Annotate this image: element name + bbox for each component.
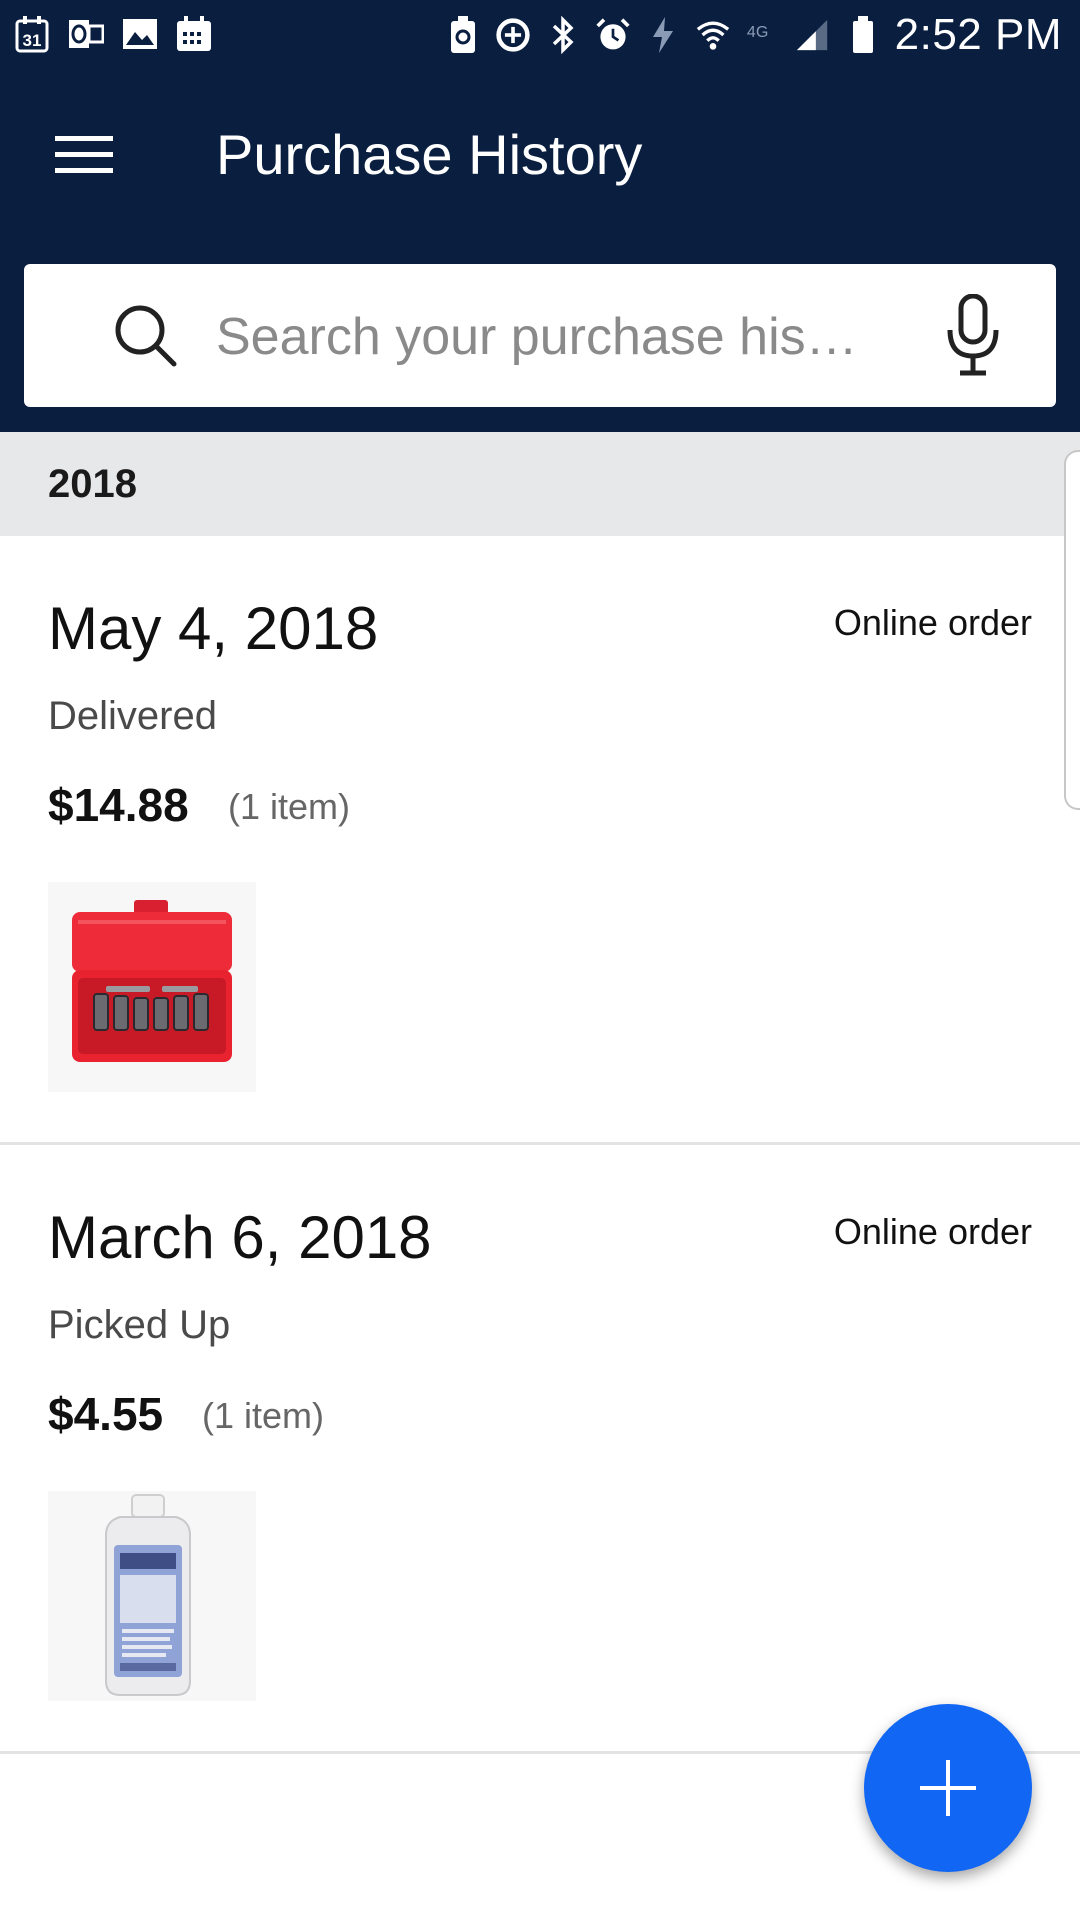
battery-icon <box>845 15 881 55</box>
gallery-icon <box>122 14 158 54</box>
status-bar: 31 4G 2:52 PM <box>0 0 1080 75</box>
order-status: Picked Up <box>48 1303 231 1347</box>
order-item-count: (1 item) <box>228 786 351 827</box>
network-text: 4G <box>747 23 768 41</box>
order-price: $14.88 <box>48 779 189 831</box>
order-date: March 6, 2018 <box>48 1204 432 1271</box>
battery-saver-icon <box>445 15 481 55</box>
page-title: Purchase History <box>216 123 643 186</box>
add-fab-button[interactable] <box>864 1704 1032 1872</box>
calendar-grid-icon <box>176 14 212 54</box>
signal-icon <box>795 15 831 55</box>
bluetooth-icon <box>545 15 581 55</box>
hamburger-menu-icon[interactable] <box>48 123 120 187</box>
status-bar-right: 4G 2:52 PM <box>445 10 1062 60</box>
order-type: Online order <box>833 1211 1032 1252</box>
product-image-socket-set[interactable] <box>48 882 256 1092</box>
year-section-header: 2018 <box>0 432 1080 536</box>
order-card[interactable]: March 6, 2018 Online order Picked Up $4.… <box>0 1145 1080 1754</box>
calendar-day-text: 31 <box>23 31 42 50</box>
app-bar: Purchase History <box>0 75 1080 432</box>
order-price: $4.55 <box>48 1388 164 1440</box>
order-status: Delivered <box>48 694 217 738</box>
scroll-handle[interactable] <box>1064 450 1080 810</box>
search-icon[interactable] <box>112 302 180 370</box>
order-card[interactable]: May 4, 2018 Online order Delivered $14.8… <box>0 536 1080 1145</box>
order-item-count: (1 item) <box>202 1395 325 1436</box>
plus-icon <box>920 1760 976 1816</box>
order-date: May 4, 2018 <box>48 595 379 662</box>
order-type: Online order <box>833 602 1032 643</box>
alarm-icon <box>595 15 631 55</box>
lte-icon: 4G <box>745 15 781 55</box>
charging-icon <box>645 15 681 55</box>
search-bar[interactable] <box>24 264 1056 407</box>
data-saver-icon <box>495 15 531 55</box>
status-time: 2:52 PM <box>894 10 1062 59</box>
search-input[interactable] <box>214 304 878 370</box>
product-image-water-treatment[interactable] <box>48 1491 256 1701</box>
year-label: 2018 <box>48 462 137 506</box>
status-bar-left: 31 <box>14 14 212 54</box>
outlook-icon <box>68 14 104 54</box>
microphone-icon[interactable] <box>944 293 1002 376</box>
calendar-31-icon: 31 <box>14 14 50 54</box>
wifi-icon <box>695 15 731 55</box>
